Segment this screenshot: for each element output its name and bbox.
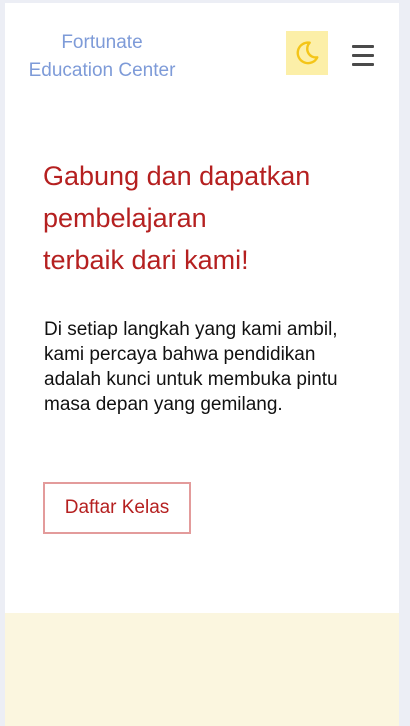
hamburger-icon-bar-top xyxy=(352,45,374,48)
hamburger-icon-bar-bottom xyxy=(352,63,374,66)
brand-line-2: Education Center xyxy=(28,60,176,81)
hero-title-line-1: Gabung dan dapatkan xyxy=(43,161,311,191)
page: Fortunate Education Center Gabung dan da… xyxy=(5,3,399,726)
hero-title: Gabung dan dapatkan pembelajaran terbaik… xyxy=(43,155,373,281)
hero-description: Di setiap langkah yang kami ambil, kami … xyxy=(44,319,338,415)
hero-title-line-2: pembelajaran xyxy=(43,203,207,233)
next-section-band xyxy=(5,613,399,726)
site-header: Fortunate Education Center xyxy=(5,3,399,108)
hamburger-menu-button[interactable] xyxy=(350,41,376,71)
hero-title-line-3: terbaik dari kami! xyxy=(43,245,249,275)
moon-icon xyxy=(296,41,319,65)
brand-line-1: Fortunate xyxy=(61,32,143,53)
brand-logo[interactable]: Fortunate Education Center xyxy=(21,29,183,85)
theme-toggle-button[interactable] xyxy=(286,31,328,75)
hamburger-icon-bar-middle xyxy=(352,54,374,57)
register-class-button[interactable]: Daftar Kelas xyxy=(43,482,191,534)
